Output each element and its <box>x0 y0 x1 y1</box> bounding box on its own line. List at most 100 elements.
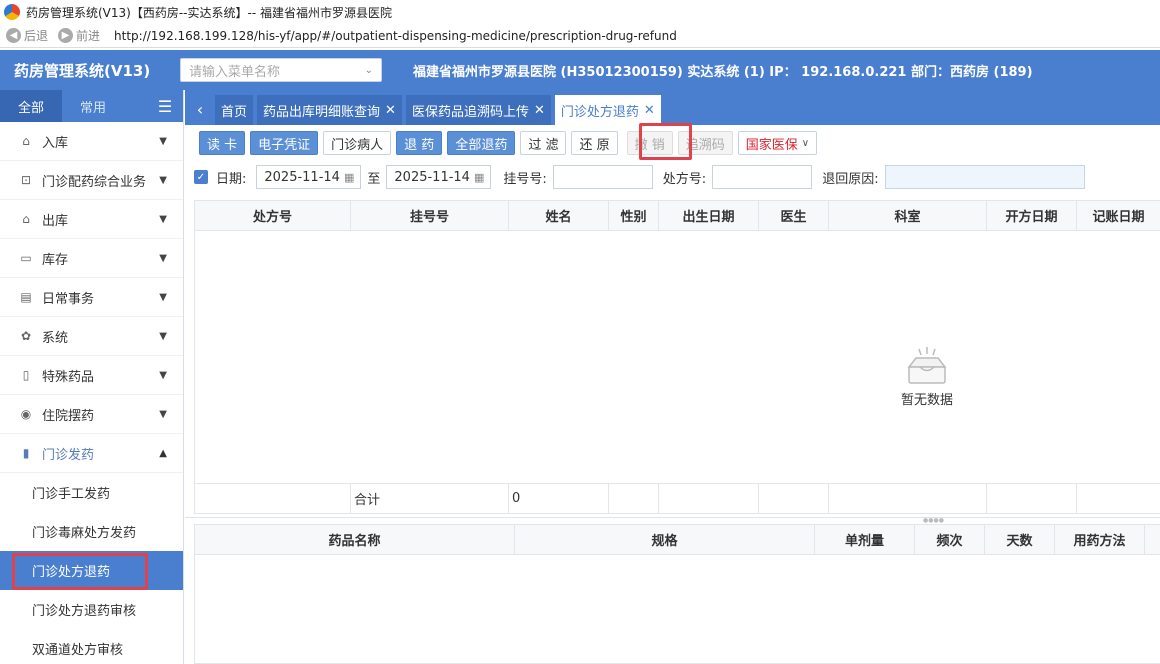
date-from-input[interactable]: 2025-11-14 ▦ <box>256 165 362 189</box>
col-name[interactable]: 姓名 <box>509 201 609 230</box>
outpatient-button[interactable]: 门诊病人 <box>323 131 392 155</box>
chevron-down-icon: ▼ <box>159 174 167 186</box>
col-unit-dose[interactable]: 单剂量 <box>815 525 915 554</box>
footer-total-value: 0 <box>509 484 609 513</box>
drug-detail-grid: 药品名称 规格 单剂量 频次 天数 用药方法 <box>194 524 1160 664</box>
col-usage[interactable]: 用药方法 <box>1055 525 1145 554</box>
chevron-left-icon[interactable]: ‹ <box>189 93 211 125</box>
sidebar-tab-frequent[interactable]: 常用 <box>62 90 124 122</box>
sidebar-subitem-refund-review[interactable]: 门诊处方退药审核 <box>0 590 183 629</box>
pane-splitter[interactable]: ●●●● <box>185 517 1160 524</box>
warehouse-icon: ⌂ <box>22 134 30 148</box>
cancel-button[interactable]: 撤 销 <box>626 131 673 155</box>
toolbar: 读 卡 电子凭证 门诊病人 退 药 全部退药 过 滤 还 原 撤 销 追溯码 国… <box>185 128 1160 158</box>
close-icon[interactable]: ✕ <box>644 103 655 118</box>
close-icon[interactable]: ✕ <box>385 103 396 118</box>
col-drug-name[interactable]: 药品名称 <box>195 525 515 554</box>
sidebar-item-stock[interactable]: ▭ 库存 ▼ <box>0 239 183 278</box>
menu-collapse-icon[interactable]: ☰ <box>147 90 183 122</box>
national-insurance-dropdown[interactable]: 国家医保 ∨ <box>737 131 818 155</box>
sidebar-subitem-narcotic-dispensing[interactable]: 门诊毒麻处方发药 <box>0 512 183 551</box>
sidebar-item-special-drugs[interactable]: ▯ 特殊药品 ▼ <box>0 356 183 395</box>
prescription-no-input[interactable] <box>712 165 813 189</box>
grid-header: 药品名称 规格 单剂量 频次 天数 用药方法 <box>195 525 1160 555</box>
browser-navbar: ◀ 后退 ▶ 前进 http://192.168.199.128/his-yf/… <box>0 24 1160 48</box>
prescription-grid: 处方号 挂号号 姓名 性别 出生日期 医生 科室 开方日期 记账日期 暂无数据 … <box>194 200 1160 514</box>
empty-box-icon <box>907 347 947 384</box>
arrow-left-icon: ◀ <box>6 28 21 43</box>
col-reg-no[interactable]: 挂号号 <box>351 201 509 230</box>
col-gender[interactable]: 性别 <box>609 201 659 230</box>
e-voucher-button[interactable]: 电子凭证 <box>250 131 319 155</box>
chevron-down-icon: ▼ <box>159 213 167 225</box>
document-icon: ▤ <box>20 290 32 304</box>
date-to-input[interactable]: 2025-11-14 ▦ <box>386 165 492 189</box>
sidebar-item-inbound[interactable]: ⌂ 入库 ▼ <box>0 122 183 161</box>
sidebar-item-inpatient-dispensing[interactable]: ◉ 住院摆药 ▼ <box>0 395 183 434</box>
sidebar-item-daily-affairs[interactable]: ▤ 日常事务 ▼ <box>0 278 183 317</box>
stock-chart-icon: ▭ <box>20 251 32 265</box>
menu-search-placeholder: 请输入菜单名称 <box>189 64 281 80</box>
col-days[interactable]: 天数 <box>985 525 1055 554</box>
sidebar-subitem-prescription-refund[interactable]: 门诊处方退药 <box>0 551 183 590</box>
app-title: 药房管理系统(V13) <box>14 61 151 80</box>
calendar-icon: ▦ <box>474 170 485 184</box>
reg-no-input[interactable] <box>552 165 653 189</box>
sidebar-tab-all[interactable]: 全部 <box>0 90 62 122</box>
sidebar-tabs: 全部 常用 ☰ <box>0 90 183 122</box>
tab-prescription-refund[interactable]: 门诊处方退药 ✕ <box>554 95 661 125</box>
col-prescribe-date[interactable]: 开方日期 <box>987 201 1077 230</box>
sidebar-item-outpatient-dispensing[interactable]: ⊡ 门诊配药综合业务 ▼ <box>0 161 183 200</box>
bag-icon: ⊡ <box>20 173 32 187</box>
return-reason-input[interactable] <box>884 165 1085 189</box>
filter-row: ✓ 日期: 2025-11-14 ▦ 至 2025-11-14 ▦ 挂号号: 处… <box>185 162 1160 192</box>
tab-trace-upload[interactable]: 医保药品追溯码上传 ✕ <box>405 95 551 125</box>
grid-footer: 合计 0 <box>195 483 1160 513</box>
col-frequency[interactable]: 频次 <box>915 525 985 554</box>
drag-handle-icon: ●●●● <box>923 517 944 524</box>
refund-button[interactable]: 退 药 <box>396 131 443 155</box>
hospital-info: 福建省福州市罗源县医院 (H35012300159) 实达系统 (1) IP： … <box>413 64 1033 80</box>
chevron-down-icon: ⌄ <box>364 64 373 76</box>
target-icon: ◉ <box>20 407 32 421</box>
col-department[interactable]: 科室 <box>829 201 987 230</box>
grid-header: 处方号 挂号号 姓名 性别 出生日期 医生 科室 开方日期 记账日期 <box>195 201 1160 231</box>
forward-button[interactable]: ▶ 前进 <box>58 27 100 44</box>
reg-no-label: 挂号号: <box>503 171 547 187</box>
col-spec[interactable]: 规格 <box>515 525 815 554</box>
chevron-up-icon: ▲ <box>159 447 167 459</box>
back-button[interactable]: ◀ 后退 <box>6 27 48 44</box>
calendar-icon: ▦ <box>343 170 355 184</box>
chevron-down-icon: ▼ <box>159 408 167 420</box>
empty-state: 暂无数据 <box>901 347 953 408</box>
date-checkbox[interactable]: ✓ <box>194 170 208 184</box>
sidebar-subitem-manual-dispensing[interactable]: 门诊手工发药 <box>0 473 183 512</box>
prescription-no-label: 处方号: <box>662 171 707 187</box>
sidebar-item-outbound[interactable]: ⌂ 出库 ▼ <box>0 200 183 239</box>
gear-icon: ✿ <box>20 329 32 343</box>
sidebar-subitem-dual-channel-review[interactable]: 双通道处方审核 <box>0 629 183 664</box>
trace-code-button[interactable]: 追溯码 <box>677 131 733 155</box>
col-prescription-no[interactable]: 处方号 <box>195 201 351 230</box>
restore-button[interactable]: 还 原 <box>571 131 618 155</box>
col-birth-date[interactable]: 出生日期 <box>659 201 759 230</box>
sidebar-item-outpatient-drug[interactable]: ▮ 门诊发药 ▲ <box>0 434 183 473</box>
tab-home[interactable]: 首页 <box>215 95 254 125</box>
date-to-label: 至 <box>367 171 381 187</box>
chevron-down-icon: ▼ <box>159 135 167 147</box>
return-reason-label: 退回原因: <box>822 171 879 187</box>
tab-outbound-detail[interactable]: 药品出库明细账查询 ✕ <box>257 95 402 125</box>
address-bar[interactable]: http://192.168.199.128/his-yf/app/#/outp… <box>114 29 677 43</box>
close-icon[interactable]: ✕ <box>534 103 545 118</box>
footer-total-label: 合计 <box>351 484 509 513</box>
sidebar-item-system[interactable]: ✿ 系统 ▼ <box>0 317 183 356</box>
refund-all-button[interactable]: 全部退药 <box>447 131 516 155</box>
read-card-button[interactable]: 读 卡 <box>199 131 246 155</box>
col-account-date[interactable]: 记账日期 <box>1077 201 1160 230</box>
filter-button[interactable]: 过 滤 <box>520 131 567 155</box>
window-titlebar: 药房管理系统(V13)【西药房--实达系统】-- 福建省福州市罗源县医院 <box>0 0 1160 24</box>
col-doctor[interactable]: 医生 <box>759 201 829 230</box>
medicine-bottle-icon: ▯ <box>22 368 30 382</box>
sidebar: 全部 常用 ☰ ⌂ 入库 ▼ ⊡ 门诊配药综合业务 ▼ ⌂ 出库 ▼ ▭ 库存 … <box>0 90 184 664</box>
menu-search-select[interactable]: 请输入菜单名称 ⌄ <box>180 58 382 82</box>
